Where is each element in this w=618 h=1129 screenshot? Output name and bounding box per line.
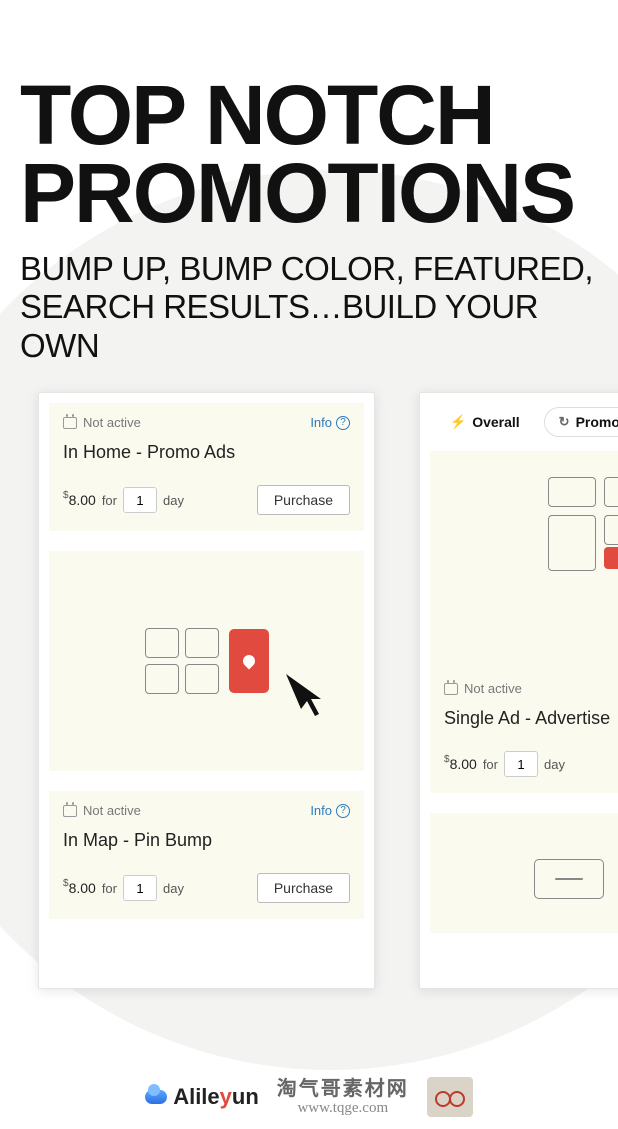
status-badge: Not active [63,803,141,818]
cell-icon [604,477,618,507]
promo-title: Single Ad - Advertise [444,708,618,729]
header-block: TOP NOTCH PROMOTIONS BUMP UP, BUMP COLOR… [0,0,618,365]
tab-promotion[interactable]: ↻ Promotion [544,407,618,437]
promo-item-single-ad: Not active Single Ad - Advertise $8.00 f… [430,669,618,793]
cell-icon [145,664,179,694]
price-block: $8.00 for day [63,487,184,513]
price-row: $8.00 for day [444,751,618,777]
price-row: $8.00 for day Purchase [63,485,350,515]
promo-visual-bottom [430,813,618,933]
lightning-icon: ⚡ [450,414,466,430]
highlighted-ad-icon [229,629,269,693]
status-text: Not active [83,415,141,430]
brand-text-post: un [232,1084,259,1109]
for-label: for [102,881,117,896]
info-label: Info [310,803,332,818]
info-link[interactable]: Info ? [310,803,350,818]
status-badge: Not active [444,681,522,696]
for-label: for [102,493,117,508]
question-icon: ? [336,416,350,430]
days-input[interactable] [123,875,157,901]
purchase-button[interactable]: Purchase [257,485,350,515]
brand-text-y: y [220,1084,232,1109]
tab-label: Overall [472,414,519,430]
promo-visual-map-pin [49,551,364,771]
calendar-icon [63,417,77,429]
promo-title: In Map - Pin Bump [63,830,350,851]
status-text: Not active [464,681,522,696]
cell-icon [548,515,596,571]
promotion-card-right: ⚡ Overall ↻ Promotion Not active [419,392,618,989]
cell-icon [604,515,618,545]
cursor-arrow-icon [281,669,331,719]
watermark-url: www.tqge.com [277,1100,409,1117]
question-icon: ? [336,804,350,818]
refresh-icon: ↻ [559,414,570,430]
mascot-badge [427,1077,473,1117]
price-value: $8.00 [444,756,477,772]
cell-icon [185,664,219,694]
brand-text-pre: Alile [173,1084,219,1109]
grid-placeholder [145,628,219,694]
slot-line-icon [555,878,583,880]
price-block: $8.00 for day [63,875,184,901]
glasses-icon [435,1091,465,1103]
slot-icon [534,859,604,899]
tab-label: Promotion [576,414,618,430]
page-subtitle: BUMP UP, BUMP COLOR, FEATURED, SEARCH RE… [20,250,598,365]
status-row: Not active Info ? [63,415,350,430]
calendar-icon [444,683,458,695]
promotion-card-left: Not active Info ? In Home - Promo Ads $8… [38,392,375,989]
footer-brand-bar: Alileyun 淘气哥素材网 www.tqge.com [0,1077,618,1117]
watermark: 淘气哥素材网 www.tqge.com [277,1078,409,1117]
unit-label: day [163,493,184,508]
layout-preview [548,477,618,583]
status-row: Not active [444,681,618,696]
alileyun-logo: Alileyun [145,1084,259,1110]
purchase-button[interactable]: Purchase [257,873,350,903]
title-line-2: PROMOTIONS [20,146,574,240]
for-label: for [483,757,498,772]
info-label: Info [310,415,332,430]
highlighted-ad-icon [604,547,618,569]
cell-icon [548,477,596,507]
promo-title: In Home - Promo Ads [63,442,350,463]
price-value: $8.00 [63,492,96,508]
status-badge: Not active [63,415,141,430]
price-value: $8.00 [63,880,96,896]
promo-visual-single-ad [430,451,618,669]
info-link[interactable]: Info ? [310,415,350,430]
price-row: $8.00 for day Purchase [63,873,350,903]
status-text: Not active [83,803,141,818]
screenshot-gallery: Not active Info ? In Home - Promo Ads $8… [0,392,618,990]
status-row: Not active Info ? [63,803,350,818]
cell-icon [185,628,219,658]
promo-item-home-ads: Not active Info ? In Home - Promo Ads $8… [49,403,364,531]
days-input[interactable] [123,487,157,513]
page-title: TOP NOTCH PROMOTIONS [20,76,598,232]
calendar-icon [63,805,77,817]
days-input[interactable] [504,751,538,777]
pin-icon [240,653,257,670]
tab-overall[interactable]: ⚡ Overall [436,407,534,437]
unit-label: day [544,757,565,772]
watermark-cn: 淘气哥素材网 [277,1078,409,1100]
tab-bar: ⚡ Overall ↻ Promotion [430,403,618,451]
promo-item-map-pin: Not active Info ? In Map - Pin Bump $8.0… [49,791,364,919]
unit-label: day [163,881,184,896]
cloud-icon [145,1090,167,1104]
cell-icon [145,628,179,658]
price-block: $8.00 for day [444,751,565,777]
